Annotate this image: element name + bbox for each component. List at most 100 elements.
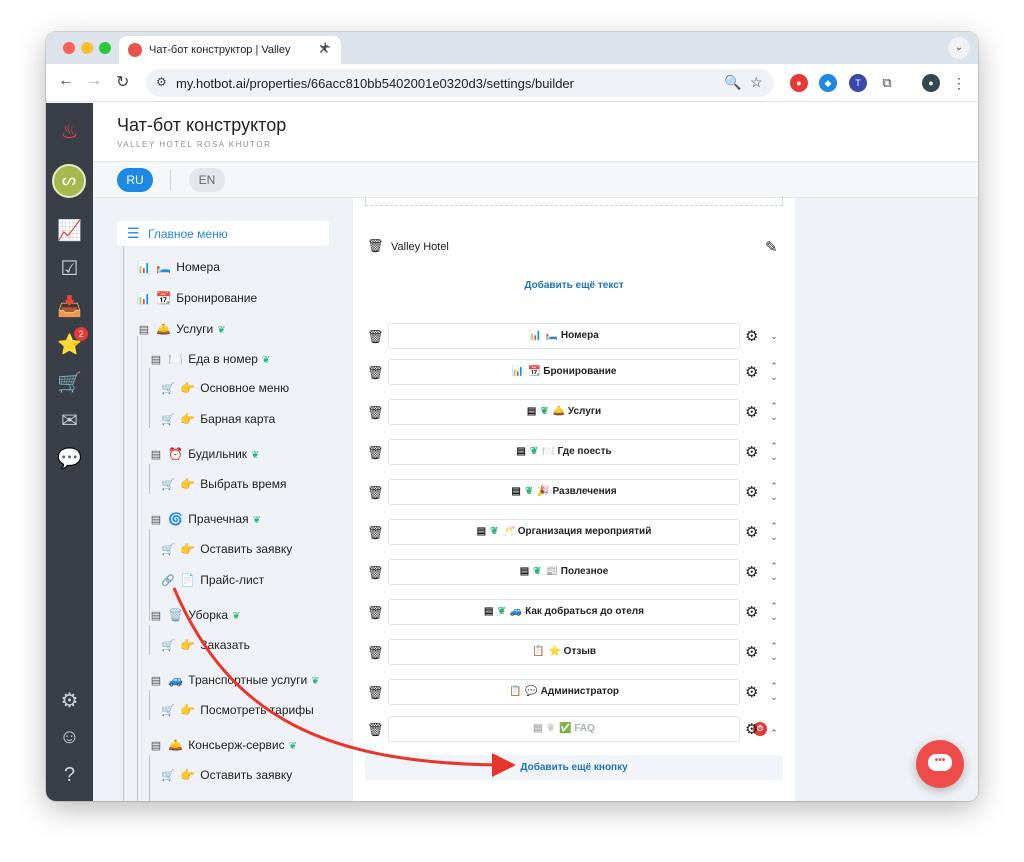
property-logo-avatar[interactable]: ᔕ [52,164,86,198]
gear-icon[interactable]: ⚙ [745,363,758,381]
menu-button-administrator[interactable]: 📋 💬 Администратор [388,679,740,705]
gear-icon[interactable]: ⚙ [745,483,758,501]
gear-icon[interactable]: ⚙ [745,403,758,421]
menu-button-review[interactable]: 📋 ⭐ Отзыв [388,639,740,665]
hotbot-logo-icon[interactable]: ♨ [46,119,93,144]
tree-node-leave-request[interactable]: 🛒 👉 Оставить заявку [160,542,292,556]
extension-tag-icon[interactable]: ◆ [819,74,837,92]
gear-icon[interactable]: ⚙ [745,603,758,621]
zoom-icon[interactable]: 🔍 [724,74,741,91]
tree-node-cleaning[interactable]: ▤ 🗑️ Уборка ❦ [148,608,241,622]
menu-button-rooms[interactable]: 📊 🛏️ Номера [388,323,740,349]
reorder-chevrons-icon[interactable]: ⌃ ⌄ [767,601,781,623]
reorder-chevrons-icon[interactable]: ⌃ ⌄ [767,521,781,543]
language-ru-button[interactable]: RU [117,168,153,192]
chat-support-button[interactable]: ••• [916,740,964,788]
gear-icon[interactable]: ⚙ [745,720,758,738]
tab-search-chevron-icon[interactable]: ⌄ [948,37,970,59]
trash-icon[interactable]: 🗑 [367,445,384,461]
trash-icon[interactable]: 🗑 [367,525,384,541]
add-text-link[interactable]: Добавить ещё текст [353,280,795,291]
tree-node-laundry[interactable]: ▤ 🌀 Прачечная ❦ [148,512,261,526]
menu-button-where-to-eat[interactable]: ▤ ❦ 🍽️ Где поесть [388,439,740,465]
gear-icon[interactable]: ⚙ [745,563,758,581]
menu-button-directions[interactable]: ▤ ❦ 🚙 Как добраться до отеля [388,599,740,625]
menu-button-useful[interactable]: ▤ ❦ 📰 Полезное [388,559,740,585]
tree-node-transport[interactable]: ▤ 🚙 Транспортные услуги ❦ [148,673,320,687]
tree-node-order[interactable]: 🛒 👉 Заказать [160,638,250,652]
back-arrow-icon[interactable]: ← [58,72,74,90]
maximize-window-button[interactable] [99,42,111,54]
forward-arrow-icon[interactable]: → [86,72,102,90]
menu-button-events[interactable]: ▤ ❦ 🥂 Организация мероприятий [388,519,740,545]
menu-button-entertainment[interactable]: ▤ ❦ 🎉 Развлечения [388,479,740,505]
trash-icon[interactable]: 🗑 [367,238,384,254]
new-tab-button[interactable]: + [320,37,331,58]
gear-icon[interactable]: ⚙ [745,523,758,541]
bookmark-star-icon[interactable]: ☆ [750,74,763,91]
reorder-chevrons-icon[interactable]: ⌃ ⌄ [767,481,781,503]
address-bar[interactable]: ⚙ my.hotbot.ai/properties/66acc810bb5402… [146,69,774,97]
chevron-down-icon[interactable]: ⌄ [767,331,781,342]
extensions-puzzle-icon[interactable]: ⧉ [878,74,896,92]
gear-icon[interactable]: ⚙ [745,443,758,461]
tree-node-services[interactable]: ▤ 🛎️ Услуги ❦ [136,322,226,336]
reorder-chevrons-icon[interactable]: ⌃ ⌄ [767,441,781,463]
tree-node-booking[interactable]: 📊 📆 Бронирование [136,291,257,305]
shopping-cart-icon[interactable]: 🛒 [46,370,93,395]
trash-icon[interactable]: 🗑 [367,645,384,661]
reload-icon[interactable]: ↻ [116,72,129,92]
submenu-list-icon: ▤ [476,526,487,537]
analytics-chart-icon[interactable]: 📈 [46,218,93,243]
pencil-edit-icon[interactable]: ✎ [765,238,778,256]
tree-node-bar-card[interactable]: 🛒 👉 Барная карта [160,412,275,426]
reorder-chevrons-icon[interactable]: ⌃ ⌄ [767,361,781,383]
trash-icon[interactable]: 🗑 [367,685,384,701]
settings-gear-icon[interactable]: ⚙ [46,688,93,713]
chat-dots-icon[interactable]: 💬 [46,446,93,471]
gear-icon[interactable]: ⚙ [745,683,758,701]
tree-node-room-food[interactable]: ▤ 🍽️ Еда в номер ❦ [148,352,271,366]
close-window-button[interactable] [63,42,75,54]
trash-icon[interactable]: 🗑 [367,565,384,581]
minimize-window-button[interactable] [81,42,93,54]
mail-send-icon[interactable]: ✉ [46,408,93,433]
tree-node-main-menu[interactable]: 🛒 👉 Основное меню [160,381,289,395]
reorder-chevrons-icon[interactable]: ⌃ ⌄ [767,641,781,663]
menu-button-services[interactable]: ▤ ❦ 🛎️ Услуги [388,399,740,425]
extension-adblock-icon[interactable]: ● [790,74,808,92]
trash-icon[interactable]: 🗑 [367,605,384,621]
add-button-link[interactable]: Добавить ещё кнопку [365,755,783,780]
reorder-chevrons-icon[interactable]: ⌃ ⌄ [767,561,781,583]
tree-node-rooms[interactable]: 📊 🛏️ Номера [136,260,220,274]
extension-trip-icon[interactable]: T [849,74,867,92]
language-en-button[interactable]: EN [189,168,225,192]
browser-tab[interactable]: Чат-бот конструктор | Valley ✕ [119,36,341,64]
trash-icon[interactable]: 🗑 [367,329,384,345]
gear-icon[interactable]: ⚙ [745,327,758,345]
profile-avatar[interactable]: ● [922,74,940,92]
checkbox-tasks-icon[interactable]: ☑ [46,256,93,281]
gear-icon[interactable]: ⚙ [745,643,758,661]
menu-button-faq[interactable]: ▤ ❦ ✅ FAQ ⏱ [388,716,767,742]
trash-icon[interactable]: 🗑 [367,485,384,501]
trash-icon[interactable]: 🗑 [367,405,384,421]
tree-node-pick-time[interactable]: 🛒 👉 Выбрать время [160,477,286,491]
site-settings-icon[interactable]: ⚙ [156,75,167,89]
tree-node-alarm[interactable]: ▤ ⏰ Будильник ❦ [148,447,260,461]
menu-button-booking[interactable]: 📊 📆 Бронирование [388,359,740,385]
tree-node-leave-request[interactable]: 🛒 👉 Оставить заявку [160,768,292,782]
browser-menu-icon[interactable]: ⋮ [950,74,968,92]
tree-main-menu[interactable]: ☰ Главное меню [117,221,329,246]
reorder-chevrons-icon[interactable]: ⌃ ⌄ [767,401,781,423]
tree-node-concierge[interactable]: ▤ 🛎️ Консьерж-сервис ❦ [148,738,297,752]
tree-node-view-tariffs[interactable]: 🛒 👉 Посмотреть тарифы [160,703,314,717]
account-user-icon[interactable]: ☺ [46,726,93,749]
reorder-chevrons-icon[interactable]: ⌃ ⌄ [767,681,781,703]
inbox-download-icon[interactable]: 📥 [46,294,93,319]
trash-icon[interactable]: 🗑 [367,365,384,381]
tree-node-price-list[interactable]: 🔗 📄 Прайс-лист [160,573,264,587]
trash-icon[interactable]: 🗑 [367,722,384,738]
chevron-up-icon[interactable]: ⌃ [767,728,781,739]
help-question-icon[interactable]: ? [46,764,93,787]
